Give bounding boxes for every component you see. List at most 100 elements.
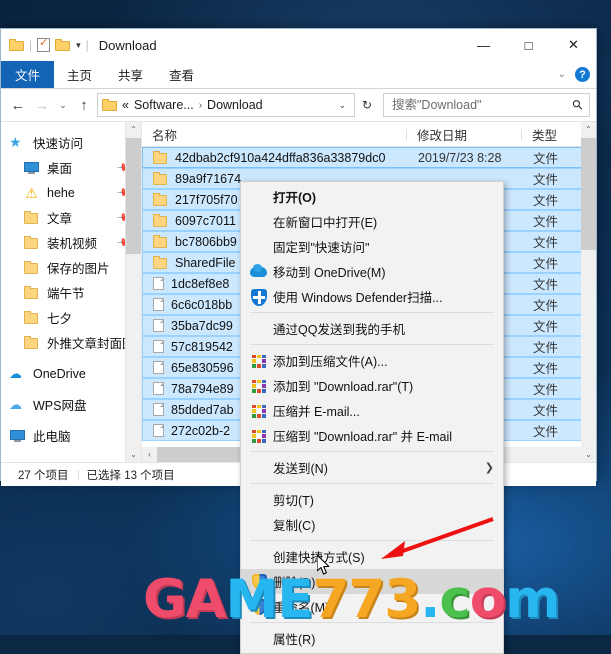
menu-item-delete[interactable]: 删除(D) [241, 569, 503, 594]
file-type-cell: 文件 [533, 404, 559, 418]
file-type-cell: 文件 [533, 362, 559, 376]
menu-item-label: 复制(C) [273, 519, 316, 533]
recent-locations-button[interactable]: ⌄ [55, 93, 71, 117]
scroll-left-icon[interactable]: ‹ [142, 450, 157, 459]
sidebar-item-label: hehe [47, 185, 75, 200]
scroll-down-icon[interactable]: ⌄ [581, 447, 596, 462]
back-button[interactable]: ← [7, 93, 29, 117]
menu-item-label: 发送到(N) [273, 462, 328, 476]
scroll-down-icon[interactable]: ⌄ [126, 447, 141, 462]
scrollbar-thumb[interactable] [581, 138, 596, 250]
winrar-icon [249, 427, 269, 445]
tab-file[interactable]: 文件 [1, 61, 55, 88]
sidebar-scrollbar[interactable]: ⌃ ⌄ [125, 122, 141, 462]
properties-icon[interactable] [37, 36, 51, 52]
scroll-up-icon[interactable]: ⌃ [126, 122, 141, 137]
sidebar-item-hehe[interactable]: ⚠ hehe 📌 [1, 180, 141, 205]
search-input[interactable] [390, 97, 574, 113]
chevron-down-icon[interactable]: ⌄ [334, 100, 350, 111]
search-box[interactable]: ⚲ [383, 93, 590, 117]
minimize-button[interactable]: — [461, 29, 506, 61]
sidebar-item-desktop[interactable]: 桌面 📌 [1, 155, 141, 180]
menu-item-label: 打开(O) [273, 191, 317, 205]
breadcrumb-root[interactable]: « [122, 98, 129, 112]
warning-icon: ⚠ [25, 185, 38, 201]
menu-item-pin-quick-access[interactable]: 固定到"快速访问" [241, 234, 503, 259]
menu-item-cut[interactable]: 剪切(T) [241, 487, 503, 512]
menu-item-compress-and-email[interactable]: 压缩并 E-mail... [241, 398, 503, 423]
maximize-button[interactable]: □ [506, 29, 551, 61]
column-header-name[interactable]: 名称 [142, 125, 407, 144]
ribbon-right-controls: ⌄ ? [558, 61, 590, 88]
sidebar-item-wps-cloud[interactable]: ☁ WPS网盘 [1, 392, 141, 417]
file-type-cell: 文件 [533, 236, 559, 250]
folder-icon [102, 99, 117, 111]
sidebar-item-cover-images[interactable]: 外推文章封面图 [1, 330, 141, 355]
tab-home[interactable]: 主页 [54, 61, 105, 88]
file-type-cell: 文件 [533, 152, 559, 166]
table-row[interactable]: 42dbab2cf910a424dffa836a33879dc0 2019/7/… [142, 147, 596, 168]
menu-item-copy[interactable]: 复制(C) [241, 512, 503, 537]
tab-view[interactable]: 查看 [156, 61, 207, 88]
breadcrumb[interactable]: « Software... › Download ⌄ [97, 93, 355, 117]
folder-icon [152, 213, 169, 228]
sidebar-item-this-pc[interactable]: 此电脑 [1, 423, 141, 448]
file-name: 6097c7011 [175, 213, 236, 228]
sidebar-item-articles[interactable]: 文章 📌 [1, 205, 141, 230]
sidebar-item-dragon-boat[interactable]: 端午节 [1, 280, 141, 305]
menu-item-properties[interactable]: 属性(R) [241, 626, 503, 651]
folder-icon [23, 210, 40, 225]
sidebar-item-qixi[interactable]: 七夕 [1, 305, 141, 330]
menu-separator [250, 312, 494, 313]
folder-icon [23, 285, 40, 300]
column-header-date[interactable]: 修改日期 [407, 125, 522, 144]
file-icon [152, 423, 165, 438]
file-name: 85dded7ab [171, 402, 234, 417]
sidebar-item-saved-pictures[interactable]: 保存的图片 [1, 255, 141, 280]
column-header-type[interactable]: 类型 [522, 125, 582, 144]
folder-icon [152, 150, 169, 165]
refresh-icon[interactable]: ↻ [357, 94, 377, 116]
window-titlebar: | ▾ | Download — □ ✕ [1, 29, 596, 61]
file-date-cell: 2019/7/23 8:28 [418, 150, 502, 165]
sidebar-item-build-videos[interactable]: 装机视频 📌 [1, 230, 141, 255]
menu-item-open-new-window[interactable]: 在新窗口中打开(E) [241, 209, 503, 234]
file-name: 272c02b-2 [171, 423, 231, 438]
forward-button[interactable]: → [31, 93, 53, 117]
menu-item-send-via-qq[interactable]: 通过QQ发送到我的手机 [241, 316, 503, 341]
breadcrumb-software[interactable]: Software... [134, 98, 194, 112]
menu-item-open[interactable]: 打开(O) [241, 184, 503, 209]
menu-item-create-shortcut[interactable]: 创建快捷方式(S) [241, 544, 503, 569]
sidebar-item-quick-access[interactable]: ★ 快速访问 [1, 130, 141, 155]
defender-icon [249, 288, 269, 306]
menu-item-label: 在新窗口中打开(E) [273, 216, 378, 230]
sidebar-item-label: 保存的图片 [47, 262, 110, 276]
close-button[interactable]: ✕ [551, 29, 596, 61]
menu-separator [250, 451, 494, 452]
chevron-down-icon[interactable]: ⌄ [558, 69, 566, 80]
menu-item-rename[interactable]: 重命名(M) [241, 594, 503, 619]
chevron-down-icon[interactable]: ▾ [76, 40, 81, 51]
winrar-icon [249, 402, 269, 420]
tab-share[interactable]: 共享 [105, 61, 156, 88]
scrollbar-thumb[interactable] [126, 138, 141, 254]
up-button[interactable]: ↑ [73, 93, 95, 117]
scroll-up-icon[interactable]: ⌃ [581, 122, 596, 137]
breadcrumb-download[interactable]: Download [207, 98, 263, 112]
help-icon[interactable]: ? [575, 67, 590, 82]
menu-item-add-to-archive[interactable]: 添加到压缩文件(A)... [241, 348, 503, 373]
file-icon [152, 318, 165, 333]
menu-item-compress-to-rar-and-email[interactable]: 压缩到 "Download.rar" 并 E-mail [241, 423, 503, 448]
menu-item-send-to[interactable]: 发送到(N) ❯ [241, 455, 503, 480]
file-list-scrollbar[interactable]: ⌃ ⌄ [581, 122, 596, 462]
menu-item-label: 删除(D) [273, 576, 316, 590]
folder-icon [152, 234, 169, 249]
menu-item-add-to-download-rar[interactable]: 添加到 "Download.rar"(T) [241, 373, 503, 398]
folder-icon[interactable] [9, 39, 24, 51]
menu-item-defender-scan[interactable]: 使用 Windows Defender扫描... [241, 284, 503, 309]
ribbon-tabs: 文件 主页 共享 查看 ⌄ ? [1, 61, 596, 89]
new-folder-icon[interactable] [55, 39, 71, 51]
sidebar-item-onedrive[interactable]: ☁ OneDrive [1, 361, 141, 386]
menu-item-move-to-onedrive[interactable]: 移动到 OneDrive(M) [241, 259, 503, 284]
file-name-cell[interactable]: 42dbab2cf910a424dffa836a33879dc0 [143, 150, 408, 165]
